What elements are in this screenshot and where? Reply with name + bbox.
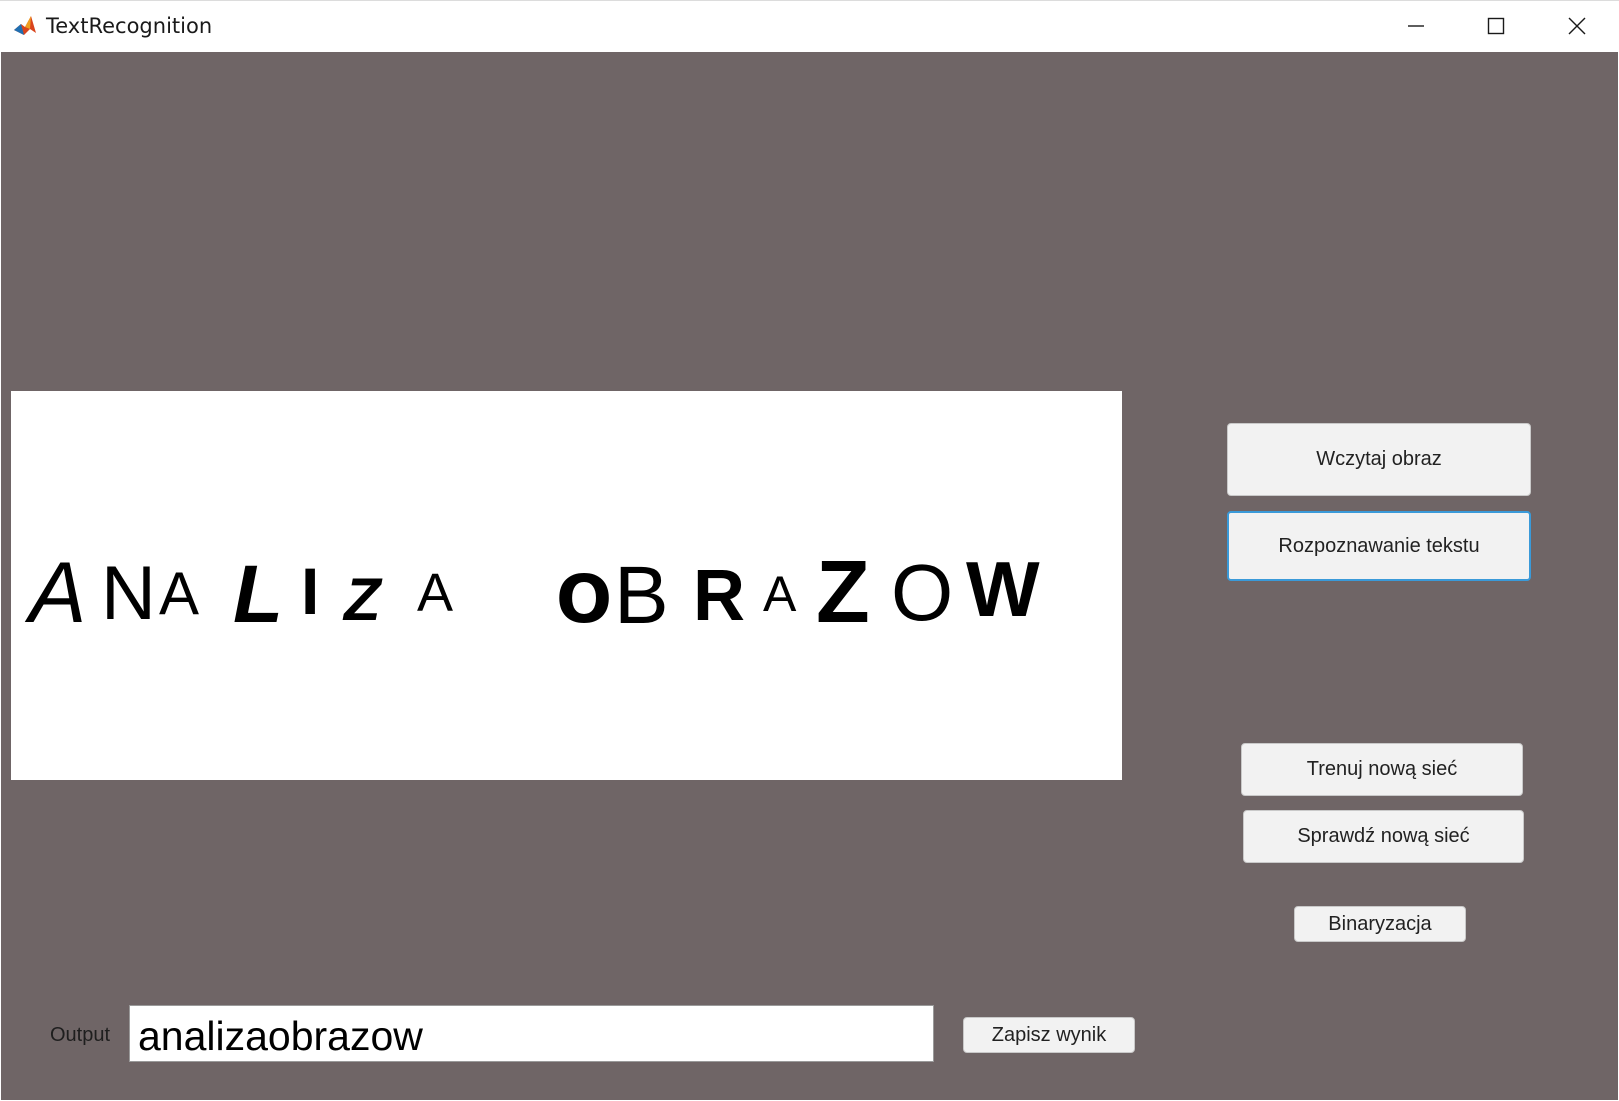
image-obrazow-letter: A bbox=[763, 566, 797, 622]
main-panel: ANALIZA OBRAZOW Wczytaj obraz Rozpoznawa… bbox=[1, 52, 1618, 1100]
minimize-icon bbox=[1408, 25, 1424, 27]
recognize-text-button[interactable]: Rozpoznawanie tekstu bbox=[1227, 511, 1531, 581]
close-icon bbox=[1568, 17, 1586, 35]
image-analiza-letter: L bbox=[233, 549, 283, 640]
output-field[interactable] bbox=[129, 1005, 934, 1062]
load-image-button[interactable]: Wczytaj obraz bbox=[1227, 423, 1531, 496]
window-title: TextRecognition bbox=[46, 14, 213, 38]
minimize-button[interactable] bbox=[1376, 1, 1456, 51]
close-button[interactable] bbox=[1537, 1, 1617, 51]
loaded-image: ANALIZA OBRAZOW bbox=[24, 542, 1040, 641]
maximize-icon bbox=[1487, 17, 1505, 35]
image-analiza-letter: Z bbox=[342, 566, 383, 633]
title-bar: TextRecognition bbox=[0, 0, 1619, 52]
image-word-analiza: ANALIZA bbox=[24, 545, 453, 641]
image-word-obrazow: OBRAZOW bbox=[556, 542, 1040, 641]
image-analiza-letter: A bbox=[417, 563, 453, 623]
matlab-icon bbox=[12, 13, 38, 39]
image-obrazow-letter: B bbox=[614, 550, 669, 641]
maximize-button[interactable] bbox=[1456, 1, 1536, 51]
image-analiza-letter: A bbox=[24, 545, 86, 641]
image-analiza-letter: I bbox=[301, 554, 319, 628]
output-label: Output bbox=[50, 1024, 111, 1046]
image-obrazow-letter: O bbox=[556, 561, 612, 638]
save-result-button[interactable]: Zapisz wynik bbox=[963, 1017, 1135, 1053]
binarization-button[interactable]: Binaryzacja bbox=[1294, 906, 1466, 942]
image-obrazow-letter: O bbox=[891, 548, 953, 637]
image-analiza-letter: A bbox=[159, 560, 199, 627]
image-analiza-letter: N bbox=[101, 551, 156, 636]
app-window: TextRecognition ANALIZA OBRAZOW Wczytaj … bbox=[0, 0, 1619, 1101]
image-display: ANALIZA OBRAZOW bbox=[11, 391, 1122, 780]
image-obrazow-letter: Z bbox=[816, 542, 870, 641]
image-obrazow-letter: W bbox=[966, 545, 1040, 633]
train-network-button[interactable]: Trenuj nową sieć bbox=[1241, 743, 1523, 796]
image-obrazow-letter: R bbox=[693, 556, 745, 636]
check-network-button[interactable]: Sprawdź nową sieć bbox=[1243, 810, 1524, 863]
